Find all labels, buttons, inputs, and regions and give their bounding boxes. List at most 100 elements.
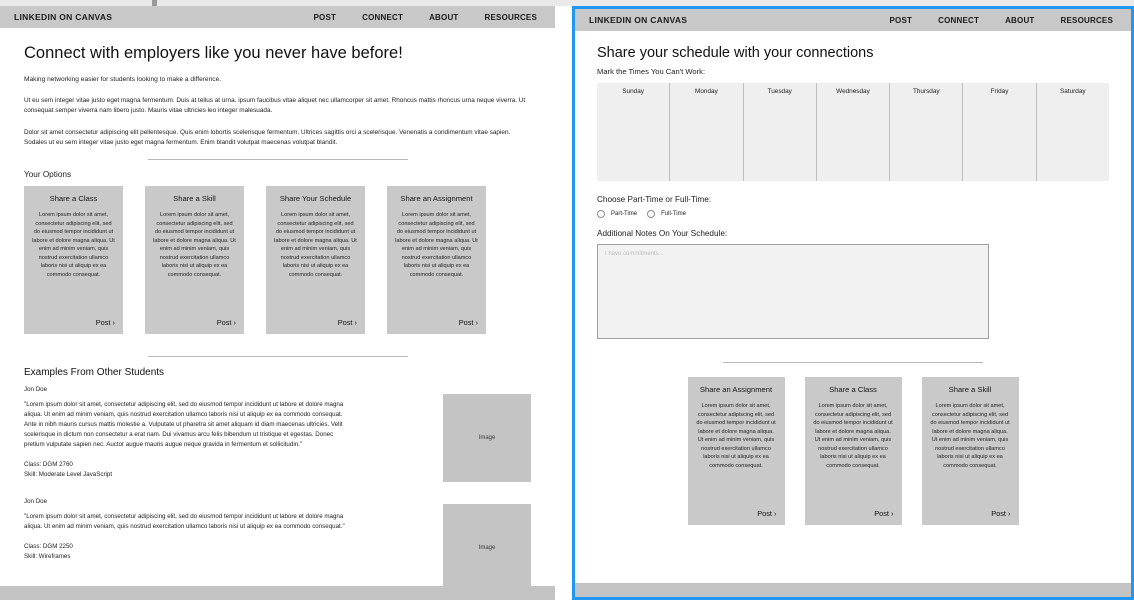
option-card-share-an-assignment[interactable]: Share an Assignment Lorem ipsum dolor si… [387, 186, 486, 335]
card-body: Lorem ipsum dolor sit amet, consectetur … [930, 403, 1010, 469]
left-footer-bar [0, 586, 555, 600]
brand-logo-right[interactable]: LINKEDIN ON CANVAS [589, 15, 687, 25]
left-content: Connect with employers like you never ha… [0, 28, 555, 593]
section-divider-examples [147, 356, 408, 358]
body-paragraph-1: Ut eu sem integer vitae justo eget magna… [24, 97, 526, 115]
option-card-list: Share a Class Lorem ipsum dolor sit amet… [24, 186, 531, 335]
example-skill: Skill: Wireframes [24, 552, 71, 560]
image-placeholder-label: Image [478, 545, 496, 552]
card-title: Share an Assignment [400, 194, 473, 204]
calendar-column-wednesday[interactable]: Wednesday [815, 83, 889, 181]
radio-option-part-time[interactable]: Part-Time [597, 210, 637, 218]
schedule-page-title: Share your schedule with your connection… [597, 45, 874, 61]
option-card-share-your-schedule[interactable]: Share Your Schedule Lorem ipsum dolor si… [266, 186, 365, 335]
nav-link-post[interactable]: POST [890, 16, 913, 25]
card-title: Share a Skill [173, 194, 216, 204]
nav-link-resources[interactable]: RESOURCES [485, 13, 537, 22]
card-post-link[interactable]: Post › [274, 318, 357, 327]
radio-circle-icon[interactable] [647, 210, 656, 218]
calendar-day-header: Saturday [1060, 88, 1086, 95]
card-body: Lorem ipsum dolor sit amet, consectetur … [274, 212, 357, 278]
calendar-column-friday[interactable]: Friday [962, 83, 1035, 181]
example-entry-2: Jon Doe "Lorem ipsum dolor sit amet, con… [24, 498, 531, 593]
page-title: Connect with employers like you never ha… [24, 44, 403, 62]
nav-link-about[interactable]: ABOUT [1005, 16, 1034, 25]
option-card-share-a-class[interactable]: Share a Class Lorem ipsum dolor sit amet… [24, 186, 123, 335]
card-body: Lorem ipsum dolor sit amet, consectetur … [696, 403, 776, 469]
left-navbar: LINKEDIN ON CANVAS POST CONNECT ABOUT RE… [0, 6, 555, 28]
example-quote: "Lorem ipsum dolor sit amet, consectetur… [24, 401, 344, 449]
calendar-column-tuesday[interactable]: Tuesday [742, 83, 816, 181]
example-image-placeholder[interactable]: Image [443, 504, 531, 593]
card-body: Lorem ipsum dolor sit amet, consectetur … [813, 403, 893, 469]
nav-link-connect[interactable]: CONNECT [938, 16, 979, 25]
card-post-link[interactable]: Post › [395, 318, 478, 327]
option-card-share-a-skill[interactable]: Share a Skill Lorem ipsum dolor sit amet… [921, 377, 1019, 525]
calendar-day-header: Tuesday [767, 88, 792, 95]
example-quote: "Lorem ipsum dolor sit amet, consectetur… [24, 513, 345, 531]
calendar-instruction-label: Mark the Times You Can't Work: [597, 67, 706, 76]
calendar-day-header: Wednesday [836, 88, 870, 95]
page-subtitle: Making networking easier for students lo… [24, 76, 222, 83]
example-entry-1: Jon Doe "Lorem ipsum dolor sit amet, con… [24, 386, 531, 483]
radio-label: Part-Time [611, 211, 638, 217]
card-post-link[interactable]: Post › [813, 509, 893, 518]
card-title: Share a Class [829, 385, 877, 394]
body-paragraph-2: Dolor sit amet consectetur adipiscing el… [24, 128, 511, 146]
card-body: Lorem ipsum dolor sit amet, consectetur … [32, 212, 115, 278]
additional-notes-label: Additional Notes On Your Schedule: [597, 229, 728, 238]
nav-link-resources[interactable]: RESOURCES [1061, 16, 1113, 25]
your-options-label: Your Options [24, 170, 72, 180]
nav-links-right: POST CONNECT ABOUT RESOURCES [890, 16, 1118, 25]
nav-links-left: POST CONNECT ABOUT RESOURCES [314, 13, 542, 22]
brand-logo-left[interactable]: LINKEDIN ON CANVAS [14, 12, 112, 22]
nav-link-about[interactable]: ABOUT [429, 13, 458, 22]
option-card-share-a-class[interactable]: Share a Class Lorem ipsum dolor sit amet… [804, 377, 902, 525]
right-artboard-selected[interactable]: LINKEDIN ON CANVAS POST CONNECT ABOUT RE… [572, 6, 1134, 600]
right-option-card-list: Share an Assignment Lorem ipsum dolor si… [597, 377, 1109, 525]
right-navbar: LINKEDIN ON CANVAS POST CONNECT ABOUT RE… [575, 9, 1131, 31]
wireframe-canvas: LINKEDIN ON CANVAS POST CONNECT ABOUT RE… [0, 0, 1134, 600]
calendar-day-header: Monday [695, 88, 718, 95]
radio-option-full-time[interactable]: Full-Time [647, 210, 686, 218]
right-footer-bar [575, 583, 1131, 597]
nav-link-connect[interactable]: CONNECT [362, 13, 403, 22]
calendar-day-header: Thursday [912, 88, 940, 95]
example-author: Jon Doe [24, 386, 48, 394]
card-title: Share a Skill [948, 385, 992, 394]
card-post-link[interactable]: Post › [930, 509, 1010, 518]
section-divider-right-cards [723, 362, 983, 363]
example-author: Jon Doe [24, 498, 48, 506]
card-title: Share Your Schedule [279, 194, 352, 204]
image-placeholder-label: Image [478, 435, 496, 442]
left-artboard[interactable]: LINKEDIN ON CANVAS POST CONNECT ABOUT RE… [0, 6, 555, 600]
option-card-share-an-assignment[interactable]: Share an Assignment Lorem ipsum dolor si… [687, 377, 785, 525]
card-title: Share an Assignment [699, 385, 773, 394]
radio-label: Full-Time [661, 211, 686, 217]
card-body: Lorem ipsum dolor sit amet, consectetur … [153, 212, 236, 278]
example-skill: Skill: Moderate Level JavaScript [24, 471, 113, 479]
card-title: Share a Class [49, 194, 98, 204]
calendar-column-thursday[interactable]: Thursday [889, 83, 962, 181]
example-class: Class: DGM 2760 [24, 461, 73, 469]
card-post-link[interactable]: Post › [32, 318, 115, 327]
radio-circle-icon[interactable] [597, 210, 605, 218]
employment-type-radio-group: Part-Time Full-Time [597, 210, 1109, 218]
card-post-link[interactable]: Post › [696, 509, 776, 518]
examples-heading: Examples From Other Students [24, 367, 165, 379]
employment-type-label: Choose Part-Time or Full-Time: [597, 195, 712, 204]
additional-notes-textarea[interactable] [597, 244, 989, 339]
right-content: Share your schedule with your connection… [575, 31, 1131, 525]
weekly-schedule-grid[interactable]: Sunday Monday Tuesday Wednesday Thursday [597, 83, 1109, 181]
calendar-day-header: Friday [990, 88, 1009, 95]
calendar-column-monday[interactable]: Monday [669, 83, 742, 181]
calendar-column-sunday[interactable]: Sunday [597, 83, 669, 181]
nav-link-post[interactable]: POST [314, 13, 337, 22]
card-post-link[interactable]: Post › [153, 318, 236, 327]
card-body: Lorem ipsum dolor sit amet, consectetur … [395, 212, 478, 278]
calendar-day-header: Sunday [622, 88, 644, 95]
example-class: Class: DGM 2250 [24, 543, 73, 551]
example-image-placeholder[interactable]: Image [443, 394, 531, 483]
calendar-column-saturday[interactable]: Saturday [1035, 83, 1109, 181]
option-card-share-a-skill[interactable]: Share a Skill Lorem ipsum dolor sit amet… [145, 186, 244, 335]
